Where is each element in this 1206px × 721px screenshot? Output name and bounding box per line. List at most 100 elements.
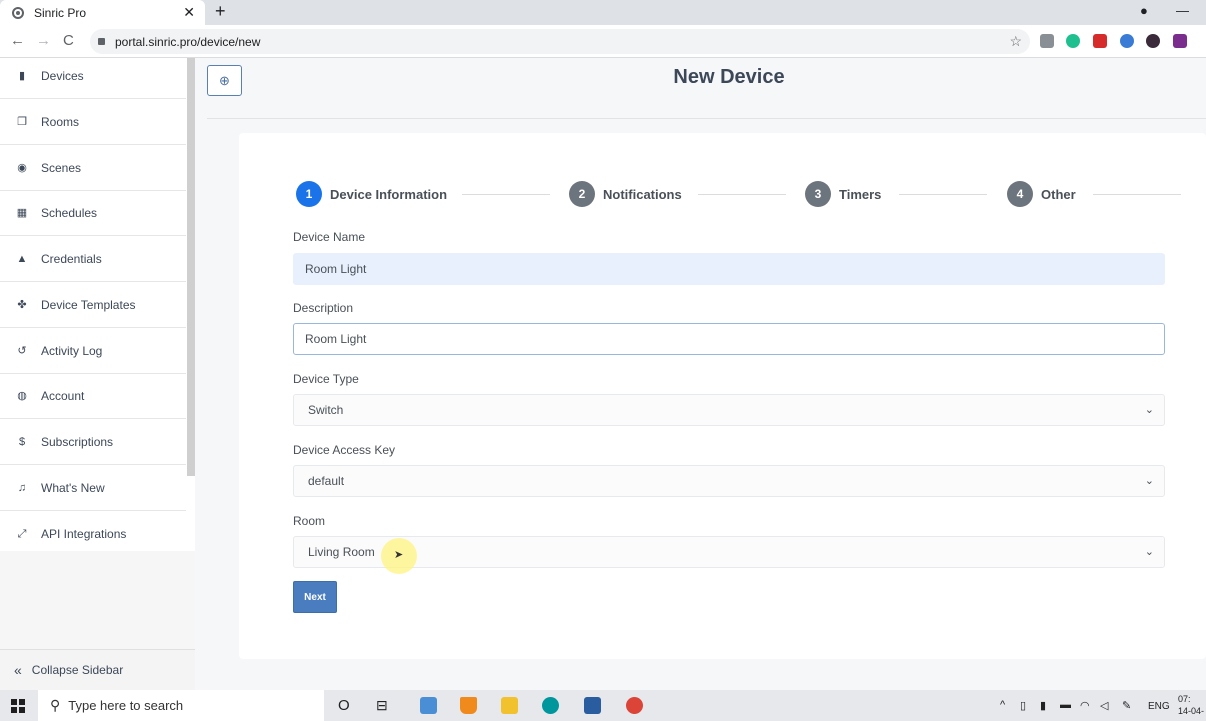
step-number-badge: 3 — [805, 181, 831, 207]
task-view-icon[interactable]: ⊟ — [376, 697, 388, 714]
tray-expand-icon[interactable]: ^ — [1000, 699, 1005, 711]
sidebar-item-schedules[interactable]: ▦ Schedules — [0, 190, 186, 236]
sidebar-item-device-templates[interactable]: ✤ Device Templates — [0, 282, 186, 328]
taskbar-search-placeholder: Type here to search — [68, 698, 184, 713]
device-type-label: Device Type — [293, 372, 359, 386]
windows-taskbar: ⚲ Type here to search O ⊟ ^ ▯ ▮ ▬ ◠ ◁ ✎ … — [0, 690, 1206, 721]
step-other[interactable]: 4 Other — [1007, 181, 1076, 207]
mouse-cursor-icon: ➤ — [394, 549, 404, 561]
room-select[interactable]: Living Room ⌄ — [293, 536, 1165, 568]
sidebar-scrollbar[interactable] — [187, 58, 195, 476]
sidebar-item-account[interactable]: ◍ Account — [0, 373, 186, 419]
sinric-favicon-icon — [12, 6, 24, 19]
chevron-down-icon: ⌄ — [1144, 475, 1154, 487]
forward-arrow-icon[interactable]: → — [36, 32, 51, 49]
chevron-down-icon: ⌄ — [1144, 546, 1154, 558]
microphone-icon: ▮ — [1040, 700, 1047, 712]
step-number-badge: 1 — [296, 181, 322, 207]
step-number-badge: 2 — [569, 181, 595, 207]
new-tab-button[interactable]: + — [215, 1, 226, 22]
step-label: Device Information — [330, 186, 448, 202]
sidebar: ▮ Devices ❐ Rooms ◉ Scenes ▦ Schedules ▲… — [0, 58, 195, 690]
step-connector — [1093, 194, 1181, 195]
back-arrow-icon[interactable]: ← — [10, 32, 25, 49]
chrome-icon[interactable] — [626, 697, 643, 714]
reload-icon[interactable]: C — [63, 32, 74, 49]
extension-k-icon[interactable] — [1146, 34, 1160, 48]
url-bar[interactable]: portal.sinric.pro/device/new ☆ — [90, 29, 1030, 54]
collapse-sidebar-label: Collapse Sidebar — [31, 663, 124, 677]
dollar-icon: $ — [18, 435, 26, 448]
sidebar-spacer — [0, 551, 195, 649]
windows-start-icon[interactable] — [11, 699, 25, 713]
clock-time: 07: — [1178, 694, 1191, 704]
step-device-information[interactable]: 1 Device Information — [296, 181, 447, 207]
main-content: ⊕ New Device 1 Device Information 2 Noti… — [195, 58, 1206, 690]
battery-icon: ▯ — [1020, 700, 1027, 712]
language-indicator[interactable]: ENG — [1148, 701, 1170, 712]
extension-globe-icon[interactable] — [1120, 34, 1134, 48]
system-clock[interactable]: 07: 14-04- — [1178, 693, 1204, 717]
sidebar-item-label: API Integrations — [41, 527, 127, 541]
cortana-icon[interactable]: O — [338, 697, 350, 714]
sidebar-item-label: Activity Log — [41, 343, 103, 358]
device-name-label: Device Name — [293, 230, 366, 244]
minimize-button[interactable]: — — [1176, 3, 1189, 18]
tab-close-icon[interactable]: ✕ — [183, 4, 195, 21]
access-key-label: Device Access Key — [293, 443, 396, 457]
sidebar-item-label: Devices — [41, 68, 84, 83]
access-key-select[interactable]: default ⌄ — [293, 465, 1165, 497]
pen-icon[interactable]: ✎ — [1122, 699, 1131, 712]
sidebar-item-activity-log[interactable]: ↺ Activity Log — [0, 328, 186, 374]
scenes-icon: ◉ — [17, 162, 27, 174]
step-label: Notifications — [603, 186, 682, 202]
volume-icon[interactable]: ◁ — [1100, 699, 1108, 712]
search-icon: ⚲ — [50, 697, 61, 713]
lock-icon: ▲ — [16, 252, 28, 265]
photos-icon[interactable] — [584, 697, 601, 714]
lock-icon — [98, 38, 105, 45]
taskbar-search[interactable]: ⚲ Type here to search — [38, 690, 324, 721]
grammarly-icon[interactable] — [1066, 34, 1080, 48]
calendar-icon: ▦ — [16, 207, 28, 219]
tab-title: Sinric Pro — [34, 5, 87, 20]
browser-tab[interactable]: Sinric Pro ✕ — [0, 0, 205, 25]
sidebar-item-label: Device Templates — [41, 297, 136, 312]
clock-date: 14-04- — [1178, 706, 1205, 716]
arduino-icon[interactable] — [542, 697, 559, 714]
wifi-icon[interactable]: ◠ — [1080, 699, 1090, 712]
sidebar-item-label: Scenes — [41, 160, 82, 175]
profile-icon[interactable]: ● — [1140, 3, 1148, 18]
double-chevron-left-icon: « — [14, 662, 22, 678]
extension-purple-icon[interactable] — [1173, 34, 1187, 48]
file-explorer-icon[interactable] — [501, 697, 518, 714]
cubes-icon: ✤ — [17, 299, 27, 311]
vlc-icon[interactable] — [460, 697, 477, 714]
sidebar-item-credentials[interactable]: ▲ Credentials — [0, 236, 186, 282]
step-connector — [899, 194, 987, 195]
device-type-value: Switch — [308, 403, 344, 417]
sidebar-item-subscriptions[interactable]: $ Subscriptions — [0, 419, 186, 465]
sidebar-item-label: Schedules — [41, 205, 98, 220]
bookmark-star-icon[interactable]: ☆ — [1009, 33, 1022, 50]
description-label: Description — [293, 301, 354, 315]
new-device-card: 1 Device Information 2 Notifications 3 T… — [239, 133, 1206, 659]
device-name-input[interactable]: Room Light — [293, 253, 1165, 285]
sidebar-item-whats-new[interactable]: ♫ What's New — [0, 465, 186, 511]
app-icon[interactable] — [420, 697, 437, 714]
step-number-badge: 4 — [1007, 181, 1033, 207]
device-type-select[interactable]: Switch ⌄ — [293, 394, 1165, 426]
extension-icon[interactable] — [1040, 34, 1054, 48]
sidebar-item-devices[interactable]: ▮ Devices — [0, 53, 186, 99]
next-button[interactable]: Next — [293, 581, 337, 613]
room-label: Room — [293, 514, 326, 528]
bell-icon: ♫ — [17, 481, 27, 494]
step-notifications[interactable]: 2 Notifications — [569, 181, 682, 207]
pdf-extension-icon[interactable] — [1093, 34, 1107, 48]
url-text: portal.sinric.pro/device/new — [115, 34, 261, 49]
sidebar-item-rooms[interactable]: ❐ Rooms — [0, 99, 186, 145]
step-timers[interactable]: 3 Timers — [805, 181, 881, 207]
sidebar-item-scenes[interactable]: ◉ Scenes — [0, 145, 186, 191]
description-input[interactable]: Room Light — [293, 323, 1165, 355]
collapse-sidebar-button[interactable]: « Collapse Sidebar — [0, 649, 195, 690]
